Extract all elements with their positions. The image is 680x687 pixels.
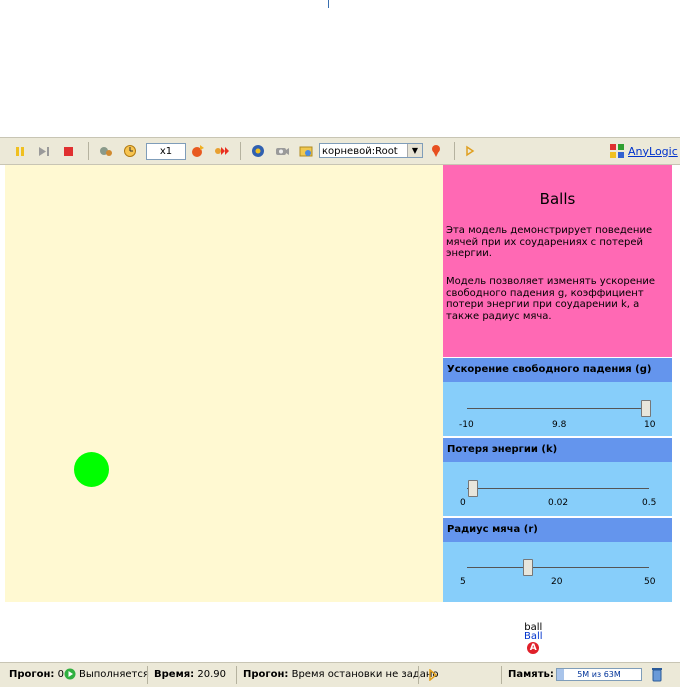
memory-label: Память: — [508, 669, 554, 680]
camera-button[interactable] — [274, 143, 290, 159]
energy-loss-max: 0.5 — [642, 498, 657, 508]
stop-value: Время остановки не задано — [291, 669, 439, 680]
toolbar-separator — [240, 142, 241, 160]
time-status: Время: 20.90 — [154, 669, 226, 680]
anylogic-link[interactable]: AnyLogic — [609, 143, 678, 159]
run-mode-icon — [100, 147, 112, 156]
radius-slider-thumb[interactable] — [523, 559, 533, 576]
pause-icon — [16, 147, 24, 156]
energy-loss-section-header: Потеря энергии (k) — [443, 438, 672, 462]
radius-min: 5 — [460, 577, 466, 587]
gravity-max: 10 — [644, 420, 656, 430]
chevron-down-icon: ▼ — [407, 144, 422, 157]
model-parameters-note: Модель позволяет изменять ускорение своб… — [446, 276, 656, 322]
toolbar-separator — [88, 142, 89, 160]
anylogic-label[interactable]: AnyLogic — [628, 145, 678, 158]
step-icon — [39, 147, 49, 156]
gravity-section: -10 9.8 10 — [443, 382, 672, 436]
experiment-select[interactable]: корневой:Root ▼ — [319, 143, 423, 158]
ball — [74, 452, 109, 487]
energy-loss-value: 0.02 — [548, 498, 569, 508]
gear-icon — [252, 145, 264, 157]
speed-up-button[interactable] — [190, 143, 206, 159]
step-button[interactable] — [36, 143, 52, 159]
time-label: Время: — [154, 669, 195, 680]
runs-value: 0 — [57, 669, 64, 680]
time-value: 20.90 — [197, 669, 226, 680]
gravity-min: -10 — [459, 420, 474, 430]
agent-badge-icon: A — [527, 642, 540, 654]
status-separator — [147, 666, 148, 684]
camera-icon — [276, 148, 289, 155]
gravity-section-header: Ускорение свободного падения (g) — [443, 358, 672, 382]
info-panel: Balls Эта модель демонстрирует поведение… — [443, 165, 672, 357]
memory-gauge-fill — [557, 669, 564, 680]
gravity-label: Ускорение свободного падения (g) — [447, 364, 652, 375]
realtime-button[interactable] — [122, 143, 138, 159]
agent-type: Ball — [524, 631, 543, 642]
navigate-button[interactable] — [298, 143, 314, 159]
status-separator — [418, 666, 419, 684]
status-separator — [501, 666, 502, 684]
run-state: Выполняется — [79, 669, 149, 680]
experiment-select-value: корневой:Root — [322, 146, 398, 157]
model-description: Эта модель демонстрирует поведение мячей… — [446, 225, 653, 260]
trash-icon[interactable] — [651, 667, 663, 682]
speed-up-icon — [192, 145, 204, 157]
energy-loss-min: 0 — [460, 498, 466, 508]
radius-max: 50 — [644, 577, 656, 587]
folder-icon — [299, 146, 313, 157]
pause-button[interactable] — [12, 143, 28, 159]
status-separator — [236, 666, 237, 684]
toolbar-separator — [454, 142, 455, 160]
memory-label-wrap: Память: — [508, 669, 554, 680]
running-status-icon — [64, 668, 76, 680]
play-trace-icon — [466, 145, 475, 157]
anylogic-logo-icon — [610, 144, 624, 158]
status-bar: Прогон: 0 Выполняется Время: 20.90 Прого… — [0, 662, 680, 687]
runs-status: Прогон: 0 — [9, 669, 64, 680]
stop-label: Прогон: — [243, 669, 289, 680]
radius-label: Радиус мяча (r) — [447, 524, 538, 535]
stop-icon — [64, 147, 73, 156]
locate-button[interactable] — [428, 143, 444, 159]
gravity-slider-track[interactable] — [467, 408, 649, 409]
runs-label: Прогон: — [9, 669, 55, 680]
energy-loss-section: 0 0.02 0.5 — [443, 462, 672, 516]
model-title: Balls — [539, 190, 576, 208]
energy-loss-label: Потеря энергии (k) — [447, 444, 558, 455]
radius-section: 5 20 50 — [443, 542, 672, 602]
fast-forward-button[interactable] — [214, 143, 230, 159]
trace-button[interactable] — [462, 143, 478, 159]
radius-section-header: Радиус мяча (r) — [443, 518, 672, 542]
memory-value: 5M из 63M — [577, 670, 621, 679]
radius-slider-track[interactable] — [467, 567, 649, 568]
ball-agent-icon[interactable]: ball Ball A — [524, 623, 543, 654]
memory-gauge: 5M из 63M — [556, 668, 642, 681]
animation-canvas — [5, 165, 443, 602]
fast-forward-icon — [215, 147, 229, 155]
gravity-slider-thumb[interactable] — [641, 400, 651, 417]
map-pin-icon — [432, 145, 440, 157]
agent-area — [0, 602, 680, 660]
clock-icon — [124, 145, 136, 157]
gravity-value: 9.8 — [552, 420, 567, 430]
radius-value: 20 — [551, 577, 563, 587]
top-marker — [328, 0, 329, 8]
settings-button[interactable] — [250, 143, 266, 159]
energy-loss-slider-track[interactable] — [467, 488, 649, 489]
toolbar: x1 корневой:Root ▼ AnyLogic — [0, 137, 680, 165]
energy-loss-slider-thumb[interactable] — [468, 480, 478, 497]
stop-status: Прогон: Время остановки не задано — [243, 669, 439, 680]
run-mode-button[interactable] — [98, 143, 114, 159]
speed-field[interactable]: x1 — [146, 143, 186, 160]
play-trace-icon[interactable] — [428, 669, 438, 681]
stop-button[interactable] — [60, 143, 76, 159]
